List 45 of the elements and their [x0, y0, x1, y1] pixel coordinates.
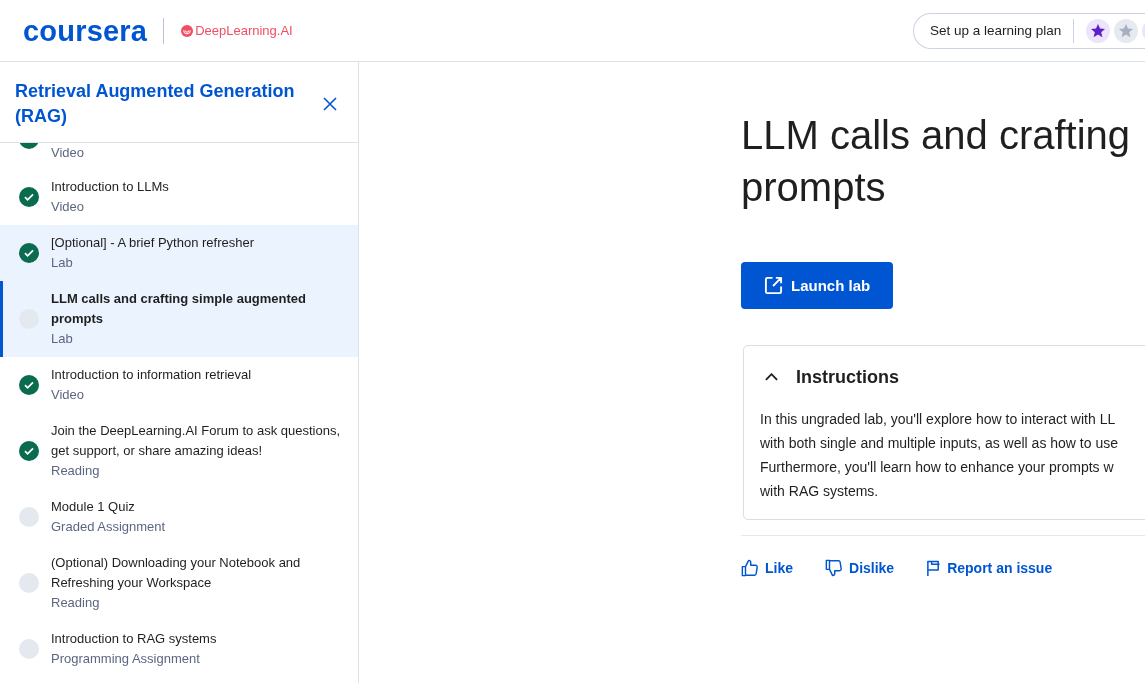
like-button[interactable]: Like	[741, 558, 793, 578]
lesson-title: [Optional] - A brief Python refresher	[51, 234, 256, 252]
lesson-item[interactable]: LLM calls and crafting simple augmented prompts Lab	[0, 281, 358, 357]
lesson-title: Module 1 Quiz	[51, 498, 136, 516]
lesson-title: Join the DeepLearning.AI Forum to ask questions, get support, or share amazing ideas!	[51, 422, 342, 460]
external-link-icon	[764, 276, 783, 295]
lesson-title: Introduction to RAG systems	[51, 630, 218, 648]
lesson-type: Video	[51, 386, 85, 404]
lesson-item[interactable]: Video	[0, 143, 358, 169]
lesson-type: Programming Assignment	[51, 650, 201, 668]
lesson-title: LLM calls and crafting simple augmented prompts	[51, 290, 307, 328]
lesson-type: Lab	[51, 254, 74, 272]
lesson-type: Lab	[51, 330, 74, 348]
logo-mark-icon	[181, 24, 194, 37]
page-title: LLM calls and crafting prompts	[741, 112, 1131, 211]
thumbs-down-icon	[825, 559, 843, 577]
learning-plan-button[interactable]: Set up a learning plan	[930, 21, 1062, 40]
lesson-title: (Optional) Downloading your Notebook and Refreshing your Workspace	[51, 554, 302, 592]
lesson-type: Video	[51, 144, 85, 162]
lesson-item[interactable]: Introduction to RAG systems Programming Assignment	[0, 621, 358, 677]
launch-lab-button[interactable]: Launch lab	[741, 262, 894, 309]
lesson-type: Video	[51, 198, 85, 216]
lesson-item[interactable]: Module 1 Quiz Graded Assignment	[0, 489, 358, 545]
course-title: Retrieval Augmented Generation (RAG)	[15, 80, 296, 128]
thumbs-up-icon	[741, 559, 759, 577]
lesson-type: Graded Assignment	[51, 518, 167, 536]
lesson-title: Introduction to information retrieval	[51, 366, 253, 384]
report-button[interactable]: Report an issue	[926, 558, 1053, 578]
lesson-item[interactable]: Introduction to information retrieval Video	[0, 357, 358, 413]
lesson-title: Introduction to LLMs	[51, 178, 170, 196]
lesson-item[interactable]: [Optional] - A brief Python refresher Lab	[0, 225, 358, 281]
instructions-toggle[interactable]: Instructions	[765, 365, 899, 389]
partner-logo: DeepLearning.AI	[195, 22, 293, 39]
dislike-button[interactable]: Dislike	[825, 558, 895, 578]
brand-logo[interactable]: coursera	[23, 14, 148, 47]
lesson-item[interactable]: Introduction to LLMs Video	[0, 169, 358, 225]
lesson-item[interactable]: (Optional) Downloading your Notebook and Refreshing your Workspace Reading	[0, 545, 358, 621]
close-icon	[323, 97, 337, 111]
lesson-type: Reading	[51, 462, 101, 480]
chevron-up-icon	[765, 373, 778, 381]
instructions-text: In this ungraded lab, you'll explore how to interact with LL with both single and multiple inputs, as well as how to use Furthermore, you'll learn how to enhance your prompts w with RAG systems.	[760, 410, 1118, 501]
lesson-item[interactable]: Join the DeepLearning.AI Forum to ask questions, get support, or share amazing ideas! Reading	[0, 413, 358, 489]
lesson-type: Reading	[51, 594, 101, 612]
flag-icon	[926, 559, 942, 577]
close-button[interactable]	[322, 96, 338, 112]
